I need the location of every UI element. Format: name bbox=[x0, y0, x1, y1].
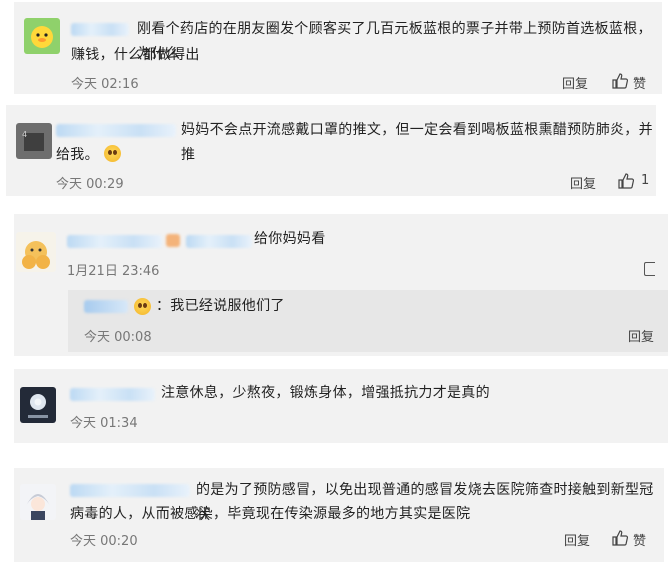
dark-avatar-icon: 4 bbox=[16, 123, 52, 159]
nested-reply-button[interactable]: 回复 bbox=[628, 326, 654, 345]
commenter-avatar[interactable] bbox=[24, 18, 60, 54]
nested-emoji-icon bbox=[134, 298, 151, 315]
nested-replier-name-obscured[interactable] bbox=[84, 300, 128, 313]
comment-text: 注意休息，少熬夜，锻炼身体，增强抵抗力才是真的 bbox=[161, 385, 490, 401]
like-label[interactable]: 赞 bbox=[633, 73, 646, 92]
comment-text: 刚看个药店的在朋友圈发个顾客买了几百元板蓝根的票子并带上预防首选板蓝根，为什么 bbox=[137, 21, 652, 62]
comment-time: 1月21日 23:46 bbox=[67, 264, 160, 279]
comment-card-5: 的是为了预防感冒，以免出现普通的感冒发烧去医院筛查时接触到新型冠状 病毒的人，从… bbox=[14, 468, 664, 562]
commenter-name-obscured[interactable] bbox=[70, 484, 190, 497]
cartoon-avatar-icon bbox=[16, 232, 56, 272]
comment-time: 今天 02:16 bbox=[71, 77, 139, 92]
reply-button[interactable]: 回复 bbox=[564, 530, 590, 549]
comment-card-3: 给你妈妈看 1月21日 23:46 ：我已经说服他们了 今天 00:08 回复 bbox=[14, 214, 668, 356]
commenter-avatar[interactable]: 4 bbox=[16, 123, 52, 159]
svg-text:4: 4 bbox=[22, 130, 27, 139]
reply-button[interactable]: 回复 bbox=[562, 73, 588, 92]
commenter-badge-obscured bbox=[166, 234, 180, 247]
commenter-avatar[interactable] bbox=[20, 387, 56, 423]
commenter-name-obscured[interactable] bbox=[70, 388, 155, 401]
commenter-avatar[interactable] bbox=[16, 232, 56, 272]
commenter-avatar[interactable] bbox=[20, 484, 56, 520]
reply-button[interactable]: 回复 bbox=[570, 173, 596, 192]
surprised-emoji-icon bbox=[103, 145, 121, 162]
comment-text-cont: 给我。 bbox=[56, 143, 121, 168]
comment-text: 给你妈妈看 bbox=[254, 231, 326, 247]
reply-to-name-obscured[interactable] bbox=[186, 235, 252, 248]
nested-reply: ：我已经说服他们了 今天 00:08 回复 bbox=[68, 290, 668, 352]
like-label[interactable]: 赞 bbox=[633, 530, 646, 549]
reply-icon[interactable] bbox=[644, 262, 655, 276]
commenter-name-obscured[interactable] bbox=[67, 235, 162, 248]
flower-avatar-icon bbox=[20, 387, 56, 423]
like-count: 1 bbox=[641, 173, 650, 188]
comment-time: 今天 01:34 bbox=[70, 416, 138, 431]
thumbs-up-icon[interactable] bbox=[618, 173, 634, 189]
comment-time: 今天 00:20 bbox=[70, 534, 138, 549]
commenter-name-obscured[interactable] bbox=[71, 23, 129, 36]
comment-text-tail: 给我。 bbox=[56, 147, 99, 163]
anime-avatar-icon bbox=[20, 484, 56, 520]
comment-card-2: 4 妈妈不会点开流感戴口罩的推文，但一定会看到喝板蓝根熏醋预防肺炎，并推 给我。… bbox=[6, 105, 656, 196]
commenter-name-obscured[interactable] bbox=[56, 124, 176, 137]
thumbs-up-icon[interactable] bbox=[612, 530, 628, 546]
nested-reply-time: 今天 00:08 bbox=[84, 330, 152, 345]
duck-avatar-icon bbox=[24, 18, 60, 54]
comment-text-cont: 赚钱，什么都做得出 bbox=[71, 47, 200, 63]
comment-text-cont: 病毒的人，从而被感染，毕竟现在传染源最多的地方其实是医院 bbox=[70, 506, 471, 522]
comment-card-4: 注意休息，少熬夜，锻炼身体，增强抵抗力才是真的 今天 01:34 bbox=[14, 369, 668, 443]
comment-text: 妈妈不会点开流感戴口罩的推文，但一定会看到喝板蓝根熏醋预防肺炎，并推 bbox=[181, 122, 653, 163]
thumbs-up-icon[interactable] bbox=[612, 73, 628, 89]
comment-card-1: 刚看个药店的在朋友圈发个顾客买了几百元板蓝根的票子并带上预防首选板蓝根，为什么 … bbox=[14, 2, 662, 94]
nested-reply-text: ：我已经说服他们了 bbox=[156, 298, 285, 314]
comment-time: 今天 00:29 bbox=[56, 177, 124, 192]
